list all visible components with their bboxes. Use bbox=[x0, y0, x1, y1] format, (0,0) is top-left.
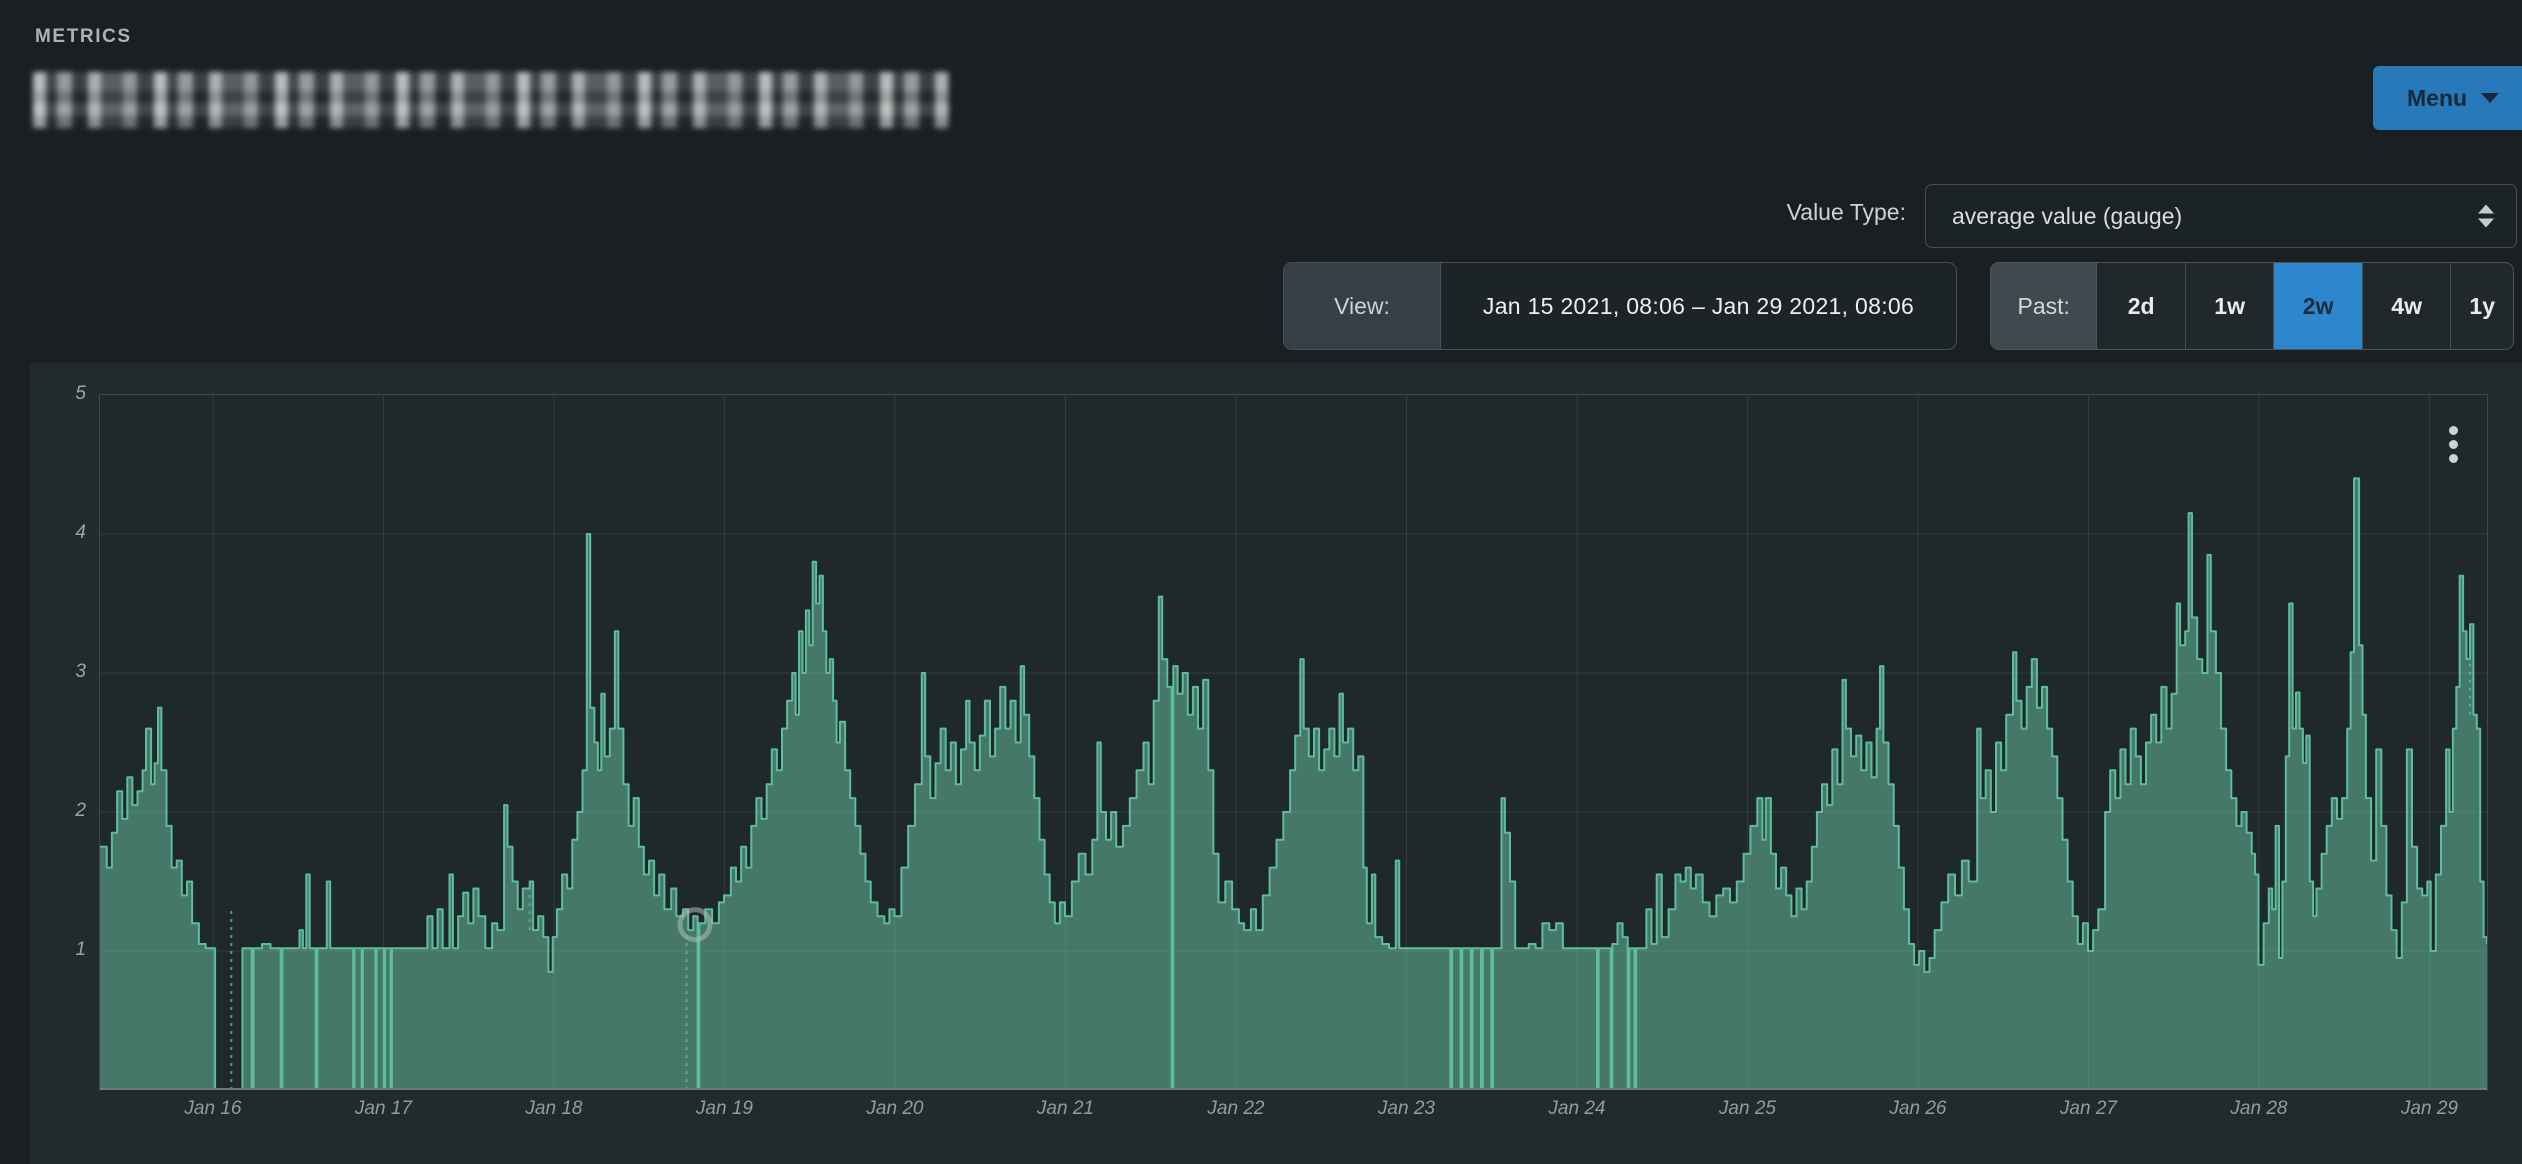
past-button-2d[interactable]: 2d bbox=[2097, 263, 2186, 349]
view-range-group: View: Jan 15 2021, 08:06 – Jan 29 2021, … bbox=[1283, 262, 1957, 350]
view-date-range[interactable]: Jan 15 2021, 08:06 – Jan 29 2021, 08:06 bbox=[1441, 263, 1956, 349]
metric-chart[interactable] bbox=[100, 395, 2487, 1090]
plot-area[interactable] bbox=[99, 394, 2488, 1091]
metrics-dashboard: METRICS Menu Value Type: average value (… bbox=[0, 0, 2522, 1164]
select-updown-icon bbox=[2478, 205, 2494, 228]
menu-button[interactable]: Menu bbox=[2373, 66, 2522, 130]
past-range-group: Past: 2d 1w 2w 4w 1y bbox=[1990, 262, 2514, 350]
view-label: View: bbox=[1284, 263, 1441, 349]
value-type-select[interactable]: average value (gauge) bbox=[1925, 184, 2517, 248]
menu-button-label: Menu bbox=[2407, 85, 2467, 112]
past-button-1w[interactable]: 1w bbox=[2186, 263, 2275, 349]
past-button-4w[interactable]: 4w bbox=[2363, 263, 2452, 349]
chevron-down-icon bbox=[2481, 93, 2499, 103]
chart-kebab-menu-icon[interactable] bbox=[2436, 418, 2470, 470]
past-label: Past: bbox=[1991, 263, 2097, 349]
past-button-1y[interactable]: 1y bbox=[2451, 263, 2513, 349]
past-button-2w[interactable]: 2w bbox=[2274, 263, 2363, 349]
value-type-label: Value Type: bbox=[1600, 199, 1906, 226]
x-axis-line bbox=[100, 1088, 2487, 1090]
redacted-metric-title bbox=[33, 72, 949, 128]
value-type-selected-option: average value (gauge) bbox=[1952, 203, 2182, 230]
metrics-section-label: METRICS bbox=[35, 26, 132, 48]
